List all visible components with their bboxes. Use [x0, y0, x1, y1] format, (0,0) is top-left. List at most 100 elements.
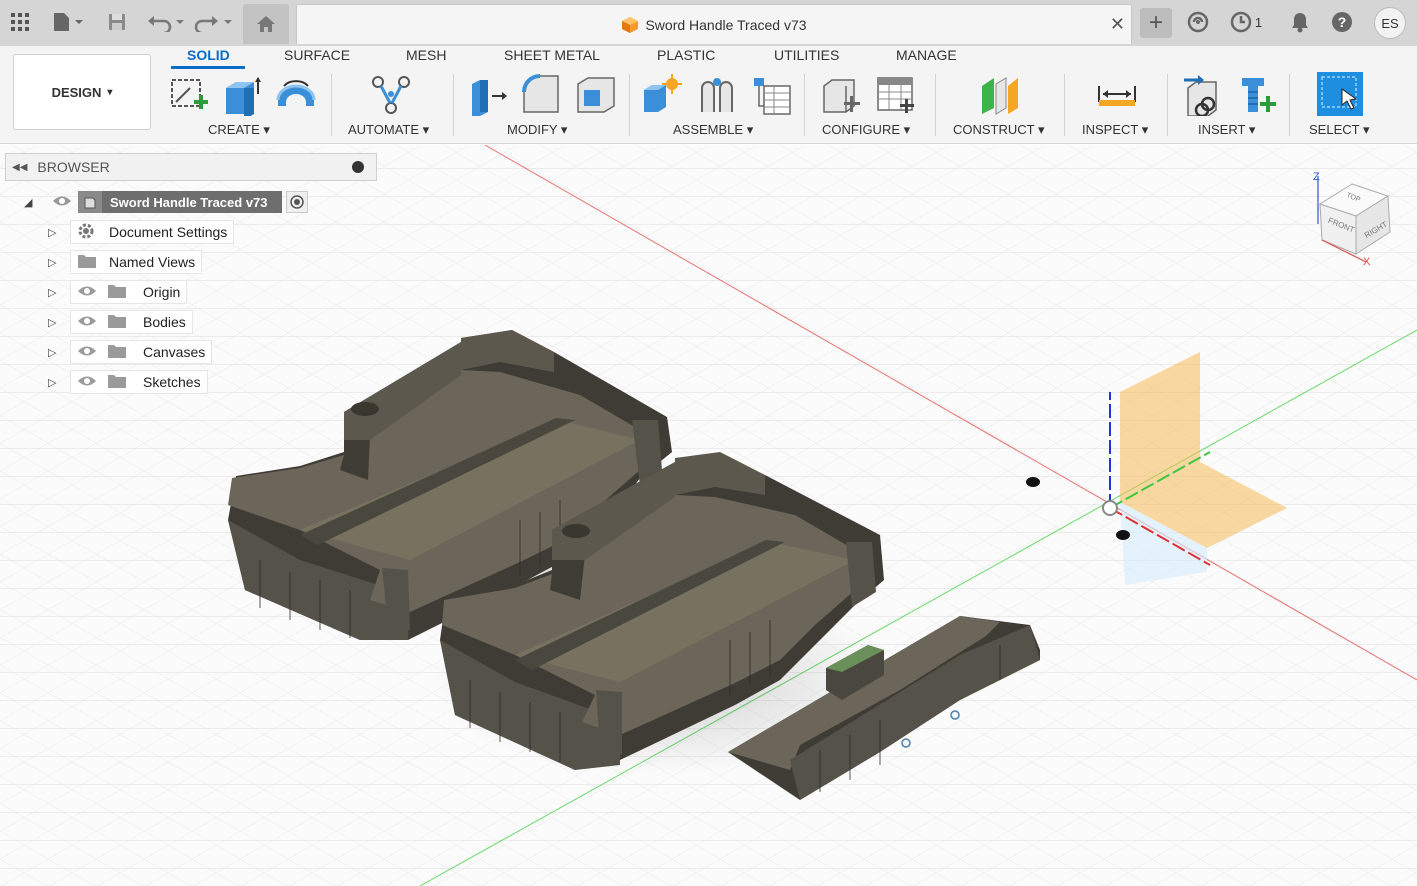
save-icon[interactable] — [104, 8, 130, 36]
workspace-switcher[interactable]: DESIGN ▾ — [13, 54, 151, 130]
home-tab[interactable] — [243, 4, 289, 44]
construct-group-label[interactable]: CONSTRUCT ▾ — [953, 122, 1045, 138]
create-sketch-icon[interactable] — [168, 74, 212, 116]
ribbon-divider — [1064, 74, 1065, 136]
browser-node-bodies[interactable]: ▷ Bodies — [48, 309, 193, 335]
automate-group-label[interactable]: AUTOMATE ▾ — [348, 122, 429, 138]
revolve-icon[interactable] — [274, 74, 318, 116]
activate-radio-icon[interactable] — [285, 191, 308, 213]
tab-surface[interactable]: SURFACE — [284, 47, 350, 63]
expand-triangle-icon[interactable]: ▷ — [48, 316, 62, 329]
help-icon[interactable]: ? — [1330, 8, 1354, 36]
browser-panel-header[interactable]: ◀◀ BROWSER — [5, 153, 377, 181]
ribbon-divider — [331, 74, 332, 136]
browser-node-document-settings[interactable]: ▷ Document Settings — [48, 219, 235, 245]
browser-title: BROWSER — [37, 159, 110, 175]
clock-icon — [1230, 11, 1252, 33]
browser-item-label: Bodies — [143, 314, 186, 330]
insert-derive-icon[interactable] — [1182, 74, 1226, 116]
browser-node-origin[interactable]: ▷ Origin — [48, 279, 188, 305]
configuration-table-icon[interactable] — [874, 74, 918, 116]
view-cube-x-label: X — [1363, 256, 1371, 268]
press-pull-icon[interactable] — [466, 74, 510, 116]
insert-mcmaster-icon[interactable] — [1236, 74, 1280, 116]
visibility-eye-icon[interactable] — [77, 284, 97, 301]
folder-icon — [107, 283, 127, 302]
ribbon-divider — [1289, 74, 1290, 136]
sketch-point — [1026, 477, 1040, 487]
browser-item-label: Named Views — [109, 254, 196, 270]
expand-triangle-icon[interactable]: ▷ — [48, 346, 62, 359]
inspect-group-label[interactable]: INSPECT ▾ — [1082, 122, 1148, 138]
collapse-panel-icon[interactable]: ◀◀ — [12, 162, 27, 173]
3d-viewport[interactable] — [0, 145, 1417, 886]
user-avatar[interactable]: ES — [1374, 7, 1406, 39]
configure-group-label[interactable]: CONFIGURE ▾ — [822, 122, 910, 138]
tab-utilities[interactable]: UTILITIES — [774, 47, 839, 63]
undo-icon[interactable] — [146, 8, 186, 36]
tab-manage[interactable]: MANAGE — [896, 47, 957, 63]
select-group-label[interactable]: SELECT ▾ — [1309, 122, 1369, 138]
root-component-name[interactable]: Sword Handle Traced v73 — [102, 191, 282, 213]
tab-sheet-metal[interactable]: SHEET METAL — [504, 47, 600, 63]
joint-icon[interactable] — [696, 74, 740, 116]
visibility-eye-icon[interactable] — [77, 344, 97, 361]
tab-plastic[interactable]: PLASTIC — [657, 47, 715, 63]
extrude-icon[interactable] — [220, 74, 264, 116]
view-cube-z-label: Z — [1313, 171, 1320, 183]
active-tab-indicator — [171, 66, 245, 69]
visibility-eye-icon[interactable] — [77, 314, 97, 331]
document-tab[interactable]: Sword Handle Traced v73 ✕ — [296, 4, 1132, 44]
expand-triangle-icon[interactable]: ▷ — [48, 226, 62, 239]
browser-root-node[interactable]: ◢ Sword Handle Traced v73 — [24, 189, 308, 215]
expand-triangle-icon[interactable]: ▷ — [48, 256, 62, 269]
select-icon[interactable] — [1316, 71, 1364, 117]
tab-solid[interactable]: SOLID — [187, 47, 230, 63]
fillet-icon[interactable] — [520, 74, 564, 116]
app-grid-icon[interactable] — [8, 8, 32, 36]
browser-node-canvases[interactable]: ▷ Canvases — [48, 339, 213, 365]
automate-icon[interactable] — [370, 74, 414, 116]
visibility-eye-icon[interactable] — [52, 194, 72, 211]
tab-mesh[interactable]: MESH — [406, 47, 446, 63]
browser-item-label: Sketches — [143, 374, 201, 390]
model-canvas[interactable] — [0, 145, 1417, 886]
file-menu-icon[interactable] — [50, 8, 86, 36]
expand-triangle-icon[interactable]: ▷ — [48, 376, 62, 389]
browser-item-label: Document Settings — [109, 224, 228, 240]
bill-of-materials-icon[interactable] — [750, 74, 794, 116]
job-count: 1 — [1254, 14, 1263, 30]
notifications-bell-icon[interactable] — [1288, 8, 1312, 36]
folder-icon — [107, 373, 127, 392]
measure-icon[interactable] — [1095, 74, 1139, 116]
view-cube[interactable]: Z X TOP FRONT RIGHT — [1308, 168, 1404, 268]
extensions-icon[interactable] — [1184, 8, 1212, 36]
toolbar-ribbon: DESIGN ▾ SOLID SURFACE MESH SHEET METAL … — [0, 46, 1417, 144]
redo-icon[interactable] — [194, 8, 234, 36]
gear-icon — [77, 222, 95, 243]
job-status-button[interactable]: 1 — [1226, 8, 1266, 36]
modify-group-label[interactable]: MODIFY ▾ — [507, 122, 567, 138]
browser-node-named-views[interactable]: ▷ Named Views — [48, 249, 203, 275]
ribbon-divider — [935, 74, 936, 136]
expand-triangle-icon[interactable]: ▷ — [48, 286, 62, 299]
close-tab-button[interactable]: ✕ — [1110, 14, 1125, 35]
visibility-eye-icon[interactable] — [77, 374, 97, 391]
browser-item-label: Canvases — [143, 344, 206, 360]
origin-point[interactable] — [1102, 500, 1118, 516]
shell-icon[interactable] — [574, 74, 618, 116]
insert-group-label[interactable]: INSERT ▾ — [1198, 122, 1255, 138]
folder-icon — [107, 313, 127, 332]
svg-text:?: ? — [1338, 14, 1347, 30]
panel-pin-icon[interactable] — [352, 161, 364, 173]
configure-icon[interactable] — [820, 74, 864, 116]
assemble-group-label[interactable]: ASSEMBLE ▾ — [673, 122, 753, 138]
title-bar: Sword Handle Traced v73 ✕ + 1 ? ES — [0, 0, 1417, 46]
expand-triangle-icon[interactable]: ◢ — [24, 196, 38, 209]
browser-node-sketches[interactable]: ▷ Sketches — [48, 369, 208, 395]
new-component-icon[interactable] — [640, 74, 684, 116]
create-group-label[interactable]: CREATE ▾ — [208, 122, 270, 138]
new-tab-button[interactable]: + — [1140, 8, 1172, 38]
offset-plane-icon[interactable] — [978, 74, 1022, 116]
ribbon-divider — [1167, 74, 1168, 136]
